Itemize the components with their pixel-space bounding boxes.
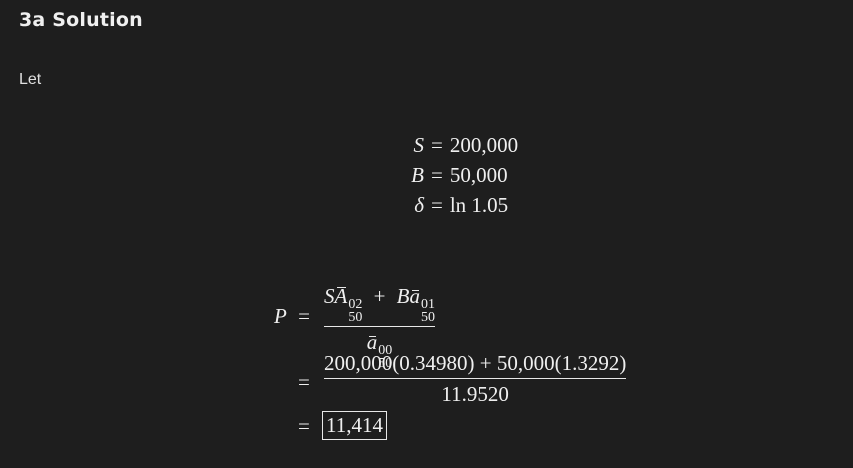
definition-lhs: B xyxy=(411,163,424,187)
definition-rhs: 200,000 xyxy=(449,133,519,157)
section-heading: 3a Solution xyxy=(19,9,143,31)
definition-b: B = 50,000 xyxy=(386,163,508,188)
annuity-indices: 01 50 xyxy=(421,298,435,325)
equals-sign: = xyxy=(298,370,310,394)
equals-sign: = xyxy=(431,193,443,217)
fraction-bar xyxy=(324,378,627,379)
fraction-denominator: 11.9520 xyxy=(441,382,509,406)
fraction-numerator: SA 02 50 + Ba 01 50 xyxy=(324,284,435,325)
sum-insured-symbol: S xyxy=(324,284,335,308)
benefit-symbol: B xyxy=(396,284,410,308)
definition-lhs: S xyxy=(413,133,425,157)
subscript: 50 xyxy=(421,310,435,325)
premium-numeric-fraction: 200,000(0.34980) + 50,000(1.3292) 11.952… xyxy=(324,351,627,407)
equals-sign: = xyxy=(298,304,310,328)
fraction-numerator: 200,000(0.34980) + 50,000(1.3292) xyxy=(324,351,627,375)
annuity-symbol: a xyxy=(409,284,421,308)
definition-delta: δ = ln 1.05 xyxy=(386,193,508,218)
subscript: 50 xyxy=(348,310,363,325)
equals-sign: = xyxy=(298,414,310,438)
premium-lhs: P = xyxy=(274,304,310,329)
intro-text: Let xyxy=(19,71,42,88)
equals-sign: = xyxy=(431,133,443,157)
fraction-bar xyxy=(324,326,435,327)
plus-sign: + xyxy=(373,284,386,308)
definition-rhs: ln 1.05 xyxy=(449,193,509,217)
equals-sign: = xyxy=(431,163,443,187)
premium-symbol: P xyxy=(274,304,287,328)
insurance-indices: 02 50 xyxy=(348,298,363,325)
premium-result: 11,414 xyxy=(322,411,387,440)
definition-lhs: δ xyxy=(414,193,424,217)
definition-rhs: 50,000 xyxy=(449,163,508,187)
insurance-symbol: A xyxy=(334,284,348,308)
definition-s: S = 200,000 xyxy=(386,133,519,158)
result-box: 11,414 xyxy=(322,411,387,440)
